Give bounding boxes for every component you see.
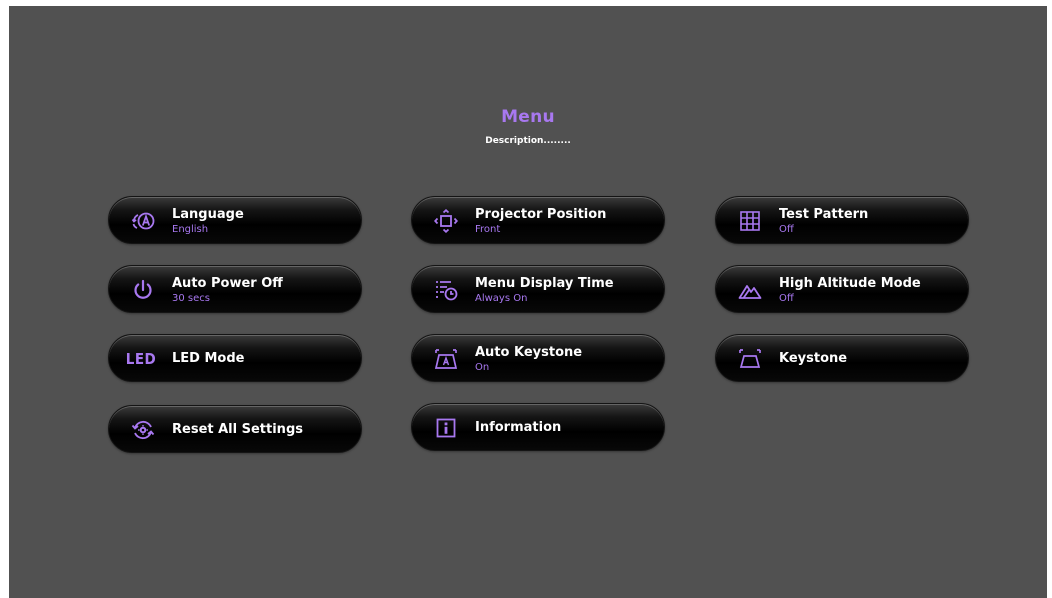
auto-keystone-label: Auto Keystone [475,345,583,360]
projector-position-label: Projector Position [475,207,607,222]
reset-all-settings-button[interactable]: Reset All Settings [108,405,362,453]
power-icon [131,278,155,302]
test-pattern-button[interactable]: Test Pattern Off [715,196,969,244]
menu-display-time-value: Always On [475,293,528,304]
led-mode-label: LED Mode [172,351,245,366]
menu-timer-icon [434,278,458,302]
menu-screen: Menu Description........ Language Englis… [9,6,1047,598]
grid-icon [738,209,762,233]
language-button[interactable]: Language English [108,196,362,244]
menu-display-time-button[interactable]: Menu Display Time Always On [411,265,665,313]
auto-keystone-button[interactable]: Auto Keystone On [411,334,665,382]
reset-all-settings-label: Reset All Settings [172,422,303,437]
auto-keystone-value: On [475,362,490,373]
auto-keystone-icon [434,347,458,371]
high-altitude-mode-button[interactable]: High Altitude Mode Off [715,265,969,313]
projector-position-button[interactable]: Projector Position Front [411,196,665,244]
projector-position-value: Front [475,224,501,235]
led-icon: LED [125,350,157,368]
high-altitude-mode-label: High Altitude Mode [779,276,921,291]
menu-title: Menu [501,107,555,127]
information-label: Information [475,420,562,435]
information-icon [434,416,458,440]
information-button[interactable]: Information [411,403,665,451]
auto-power-off-value: 30 secs [172,293,210,304]
keystone-icon [738,347,762,371]
test-pattern-label: Test Pattern [779,207,869,222]
keystone-button[interactable]: Keystone [715,334,969,382]
mountain-icon [738,278,762,302]
keystone-label: Keystone [779,351,848,366]
auto-power-off-button[interactable]: Auto Power Off 30 secs [108,265,362,313]
led-mode-button[interactable]: LED LED Mode [108,334,362,382]
menu-display-time-label: Menu Display Time [475,276,614,291]
language-icon [131,209,155,233]
menu-description: Description........ [485,136,571,146]
high-altitude-mode-value: Off [779,293,794,304]
projector-position-icon [434,209,458,233]
test-pattern-value: Off [779,224,794,235]
language-value: English [172,224,209,235]
auto-power-off-label: Auto Power Off [172,276,283,291]
language-label: Language [172,207,244,222]
reset-icon [131,418,155,442]
